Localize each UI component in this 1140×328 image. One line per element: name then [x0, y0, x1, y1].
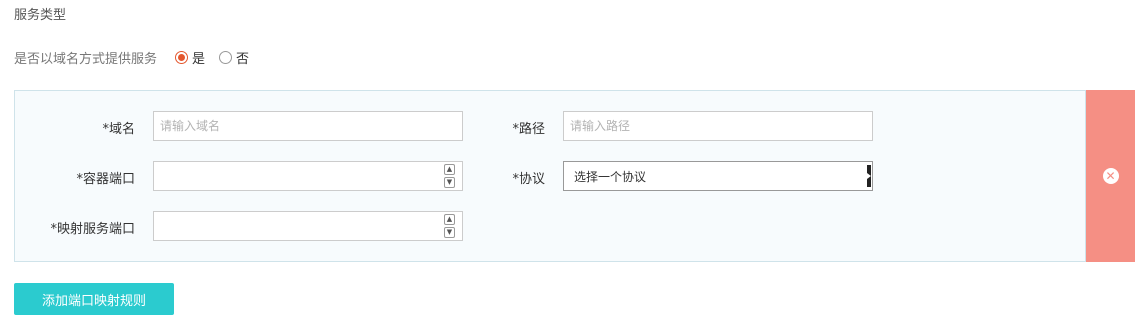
- remove-rule-button[interactable]: ✕: [1086, 90, 1135, 262]
- section-title: 服务类型: [14, 8, 67, 23]
- domain-label: *域名: [102, 122, 135, 137]
- domain-service-radio-group: 是否以域名方式提供服务 是 否: [14, 47, 263, 67]
- add-port-mapping-button[interactable]: 添加端口映射规则: [14, 283, 174, 315]
- mapped-port-stepper: ▲ ▼: [444, 214, 456, 238]
- protocol-label: *协议: [512, 172, 545, 187]
- mapped-port-label: *映射服务端口: [50, 222, 135, 237]
- radio-option-no[interactable]: 否: [219, 48, 249, 67]
- path-input[interactable]: [563, 111, 873, 141]
- container-port-input[interactable]: ▲ ▼: [153, 161, 463, 191]
- domain-service-question: 是否以域名方式提供服务: [14, 51, 158, 67]
- chevron-down-icon[interactable]: ▼: [444, 227, 455, 238]
- path-label: *路径: [512, 122, 545, 137]
- radio-yes-indicator[interactable]: [175, 50, 189, 64]
- close-circle-icon: ✕: [1102, 168, 1119, 184]
- container-port-label: *容器端口: [76, 172, 135, 187]
- radio-option-yes[interactable]: 是: [175, 48, 205, 67]
- dropdown-arrow-icon: [867, 165, 871, 187]
- radio-yes-label: 是: [192, 51, 206, 67]
- protocol-select[interactable]: 选择一个协议: [563, 161, 873, 191]
- protocol-selected-value: 选择一个协议: [574, 169, 647, 184]
- domain-input[interactable]: [153, 111, 463, 141]
- mapped-port-input[interactable]: ▲ ▼: [153, 211, 463, 241]
- radio-no-indicator[interactable]: [219, 50, 233, 64]
- radio-no-label: 否: [236, 51, 250, 67]
- chevron-up-icon[interactable]: ▲: [444, 214, 455, 225]
